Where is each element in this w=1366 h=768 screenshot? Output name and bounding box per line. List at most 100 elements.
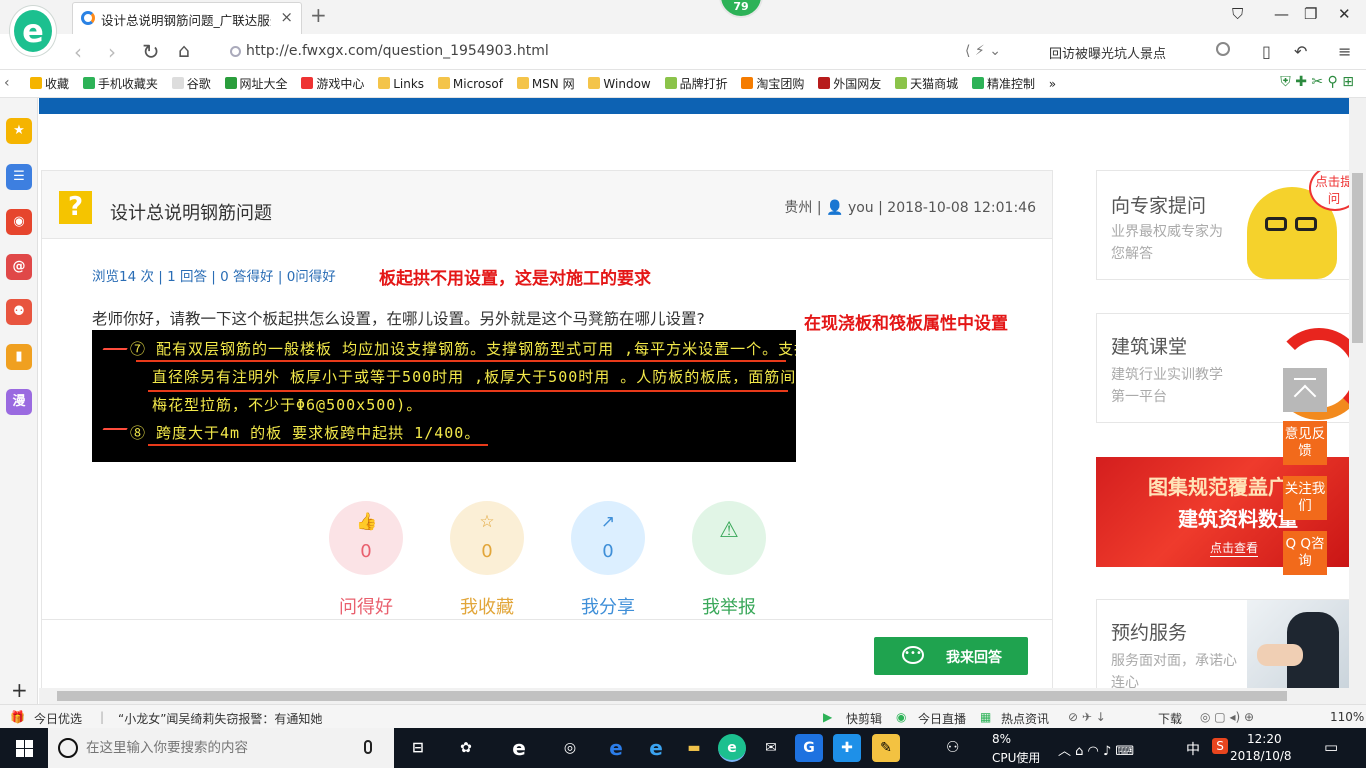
sidebar-game-icon[interactable]: ⚉	[6, 299, 32, 325]
tray-icons[interactable]: ︿ ⌂ ◠ ♪ ⌨	[1058, 740, 1134, 759]
cortana-icon[interactable]	[58, 738, 78, 758]
close-tab-icon[interactable]: ×	[280, 8, 293, 26]
menu-icon[interactable]: ≡	[1338, 42, 1351, 61]
back-to-top-button[interactable]	[1283, 368, 1327, 412]
action-share[interactable]: ↗ 0 我分享	[570, 501, 646, 619]
url-field[interactable]: http://e.fwxgx.com/question_1954903.html	[222, 38, 947, 66]
taskbar-search[interactable]	[48, 728, 394, 768]
browser-logo-icon[interactable]: e	[10, 6, 56, 56]
sidebar-weibo-icon[interactable]: ◉	[6, 209, 32, 235]
answer-button[interactable]: ••• 我来回答	[874, 637, 1028, 675]
action-circle[interactable]: ☆ 0	[450, 501, 524, 575]
sidebar-add-icon[interactable]: +	[11, 678, 28, 702]
pinwheel-app-icon[interactable]: ✿	[452, 734, 480, 762]
horizontal-scrollbar[interactable]	[39, 688, 1349, 704]
status-extra-icons[interactable]: ◎ ▢ ◂) ⊕	[1200, 710, 1254, 724]
phone-icon[interactable]: ▯	[1262, 42, 1271, 61]
glodon-app-icon[interactable]: G	[795, 734, 823, 762]
bookmark-folder[interactable]: Microsof	[437, 77, 503, 91]
status-item[interactable]: 今日直播	[918, 710, 966, 727]
clock-time[interactable]: 12:20	[1247, 732, 1282, 746]
edge-app-icon[interactable]: e	[602, 734, 630, 762]
microphone-icon[interactable]	[364, 740, 372, 754]
bookmark-item[interactable]: 淘宝团购	[741, 75, 804, 92]
follow-us-button[interactable]: 关注我们	[1283, 476, 1327, 520]
action-favorite[interactable]: ☆ 0 我收藏	[449, 501, 525, 619]
status-tool-icons[interactable]: ⊘ ✈ ↓	[1068, 710, 1106, 724]
action-circle[interactable]: 👍 0	[329, 501, 403, 575]
clock-date[interactable]: 2018/10/8	[1230, 749, 1292, 763]
qq-consult-button[interactable]: Q Q咨询	[1283, 531, 1327, 575]
status-item[interactable]: 热点资讯	[1001, 710, 1049, 727]
question-user[interactable]: you	[848, 200, 874, 216]
horizontal-scroll-thumb[interactable]	[57, 691, 1287, 701]
close-window-icon[interactable]: ✕	[1338, 5, 1351, 23]
bookmark-item[interactable]: 收藏	[30, 75, 69, 92]
sidebar-book-icon[interactable]: ▮	[6, 344, 32, 370]
people-icon[interactable]: ⚇	[946, 738, 959, 756]
booking-card[interactable]: 预约服务 服务面对面，承诺心连心	[1096, 599, 1349, 688]
sidebar-mail-icon[interactable]: @	[6, 254, 32, 280]
browser-tab[interactable]: 设计总说明钢筋问题_广联达服务 ×	[72, 2, 302, 34]
action-circle[interactable]: ⚠	[692, 501, 766, 575]
notes-app-icon[interactable]: ✎	[872, 734, 900, 762]
zoom-level[interactable]: 110%	[1330, 710, 1364, 724]
action-report[interactable]: ⚠ 我举报	[691, 501, 767, 619]
task-view-icon[interactable]: ⊟	[404, 734, 432, 762]
answers-count[interactable]: 1 回答	[167, 269, 207, 285]
refresh-icon[interactable]: ↻	[142, 40, 160, 64]
forward-icon[interactable]: ›	[108, 40, 116, 64]
minimize-icon[interactable]: —	[1274, 5, 1289, 23]
status-news-ticker[interactable]: “小龙女”闻吴绮莉失窃报警：有通知她	[118, 710, 322, 727]
bookmark-item[interactable]: 品牌打折	[664, 75, 728, 92]
status-item[interactable]: 下载	[1158, 710, 1182, 727]
bookmark-item[interactable]: 精准控制	[971, 75, 1035, 92]
plus-app-icon[interactable]: ✚	[833, 734, 861, 762]
ime-indicator[interactable]: 中	[1186, 739, 1200, 759]
bookmark-folder[interactable]: Links	[378, 77, 424, 91]
extension-icons[interactable]: ⛨ ✚ ✂ ⚲ ⊞	[1280, 74, 1354, 90]
ie-app-icon[interactable]: e	[505, 734, 533, 762]
status-item[interactable]: 快剪辑	[846, 710, 882, 727]
notification-app-icon[interactable]: ◎	[556, 734, 584, 762]
sidebar-comic-icon[interactable]: 漫	[6, 389, 32, 415]
mail-app-icon[interactable]: ✉	[757, 734, 785, 762]
undo-icon[interactable]: ↶	[1294, 42, 1307, 61]
action-center-icon[interactable]: ▭	[1324, 738, 1338, 756]
share-and-speed-icons[interactable]: ⟨ ⚡ ⌄	[965, 43, 1001, 59]
ask-expert-card[interactable]: 向专家提问 业界最权威专家为您解答 点击提问	[1096, 170, 1349, 280]
bookmark-item[interactable]: 游戏中心	[301, 75, 364, 92]
vertical-scroll-thumb[interactable]	[1352, 173, 1363, 343]
bookmark-item[interactable]: 手机收藏夹	[82, 75, 158, 92]
site-info-icon[interactable]	[230, 46, 241, 57]
search-icon[interactable]	[1216, 42, 1230, 56]
home-icon[interactable]: ⌂	[178, 40, 190, 62]
collapse-icon[interactable]: ‹	[4, 75, 10, 91]
sogou-icon[interactable]: S	[1212, 738, 1228, 754]
back-icon[interactable]: ‹	[74, 40, 82, 64]
maximize-icon[interactable]: ❐	[1304, 5, 1317, 23]
new-tab-button[interactable]: +	[310, 3, 327, 27]
vertical-scrollbar[interactable]	[1349, 98, 1366, 704]
bookmark-item[interactable]: 天猫商城	[895, 75, 958, 92]
skin-icon[interactable]: ⛉	[1232, 5, 1243, 23]
file-explorer-icon[interactable]: ▬	[680, 734, 708, 762]
speed-badge[interactable]: 79	[719, 0, 763, 18]
banner-link[interactable]: 点击查看	[1210, 539, 1259, 557]
windows-start-icon[interactable]	[16, 740, 33, 757]
feedback-button[interactable]: 意见反馈	[1283, 421, 1327, 465]
ie11-app-icon[interactable]: e	[642, 734, 670, 762]
taskbar-search-input[interactable]	[86, 728, 366, 768]
bookmark-item[interactable]: 谷歌	[171, 75, 211, 92]
bookmark-item[interactable]: 外国网友	[818, 75, 881, 92]
search-input[interactable]	[1040, 39, 1240, 65]
bookmark-folder[interactable]: MSN 网	[516, 75, 575, 92]
bookmark-folder[interactable]: Window	[588, 77, 651, 91]
action-circle[interactable]: ↗ 0	[571, 501, 645, 575]
bookmarks-more-button[interactable]: »	[1049, 77, 1056, 91]
status-today-picks[interactable]: 今日优选	[34, 710, 82, 727]
sidebar-star-icon[interactable]: ★	[6, 118, 32, 144]
bookmark-item[interactable]: 网址大全	[224, 75, 288, 92]
browser-app-icon[interactable]: e	[718, 734, 746, 762]
action-good-question[interactable]: 👍 0 问得好	[328, 501, 404, 619]
